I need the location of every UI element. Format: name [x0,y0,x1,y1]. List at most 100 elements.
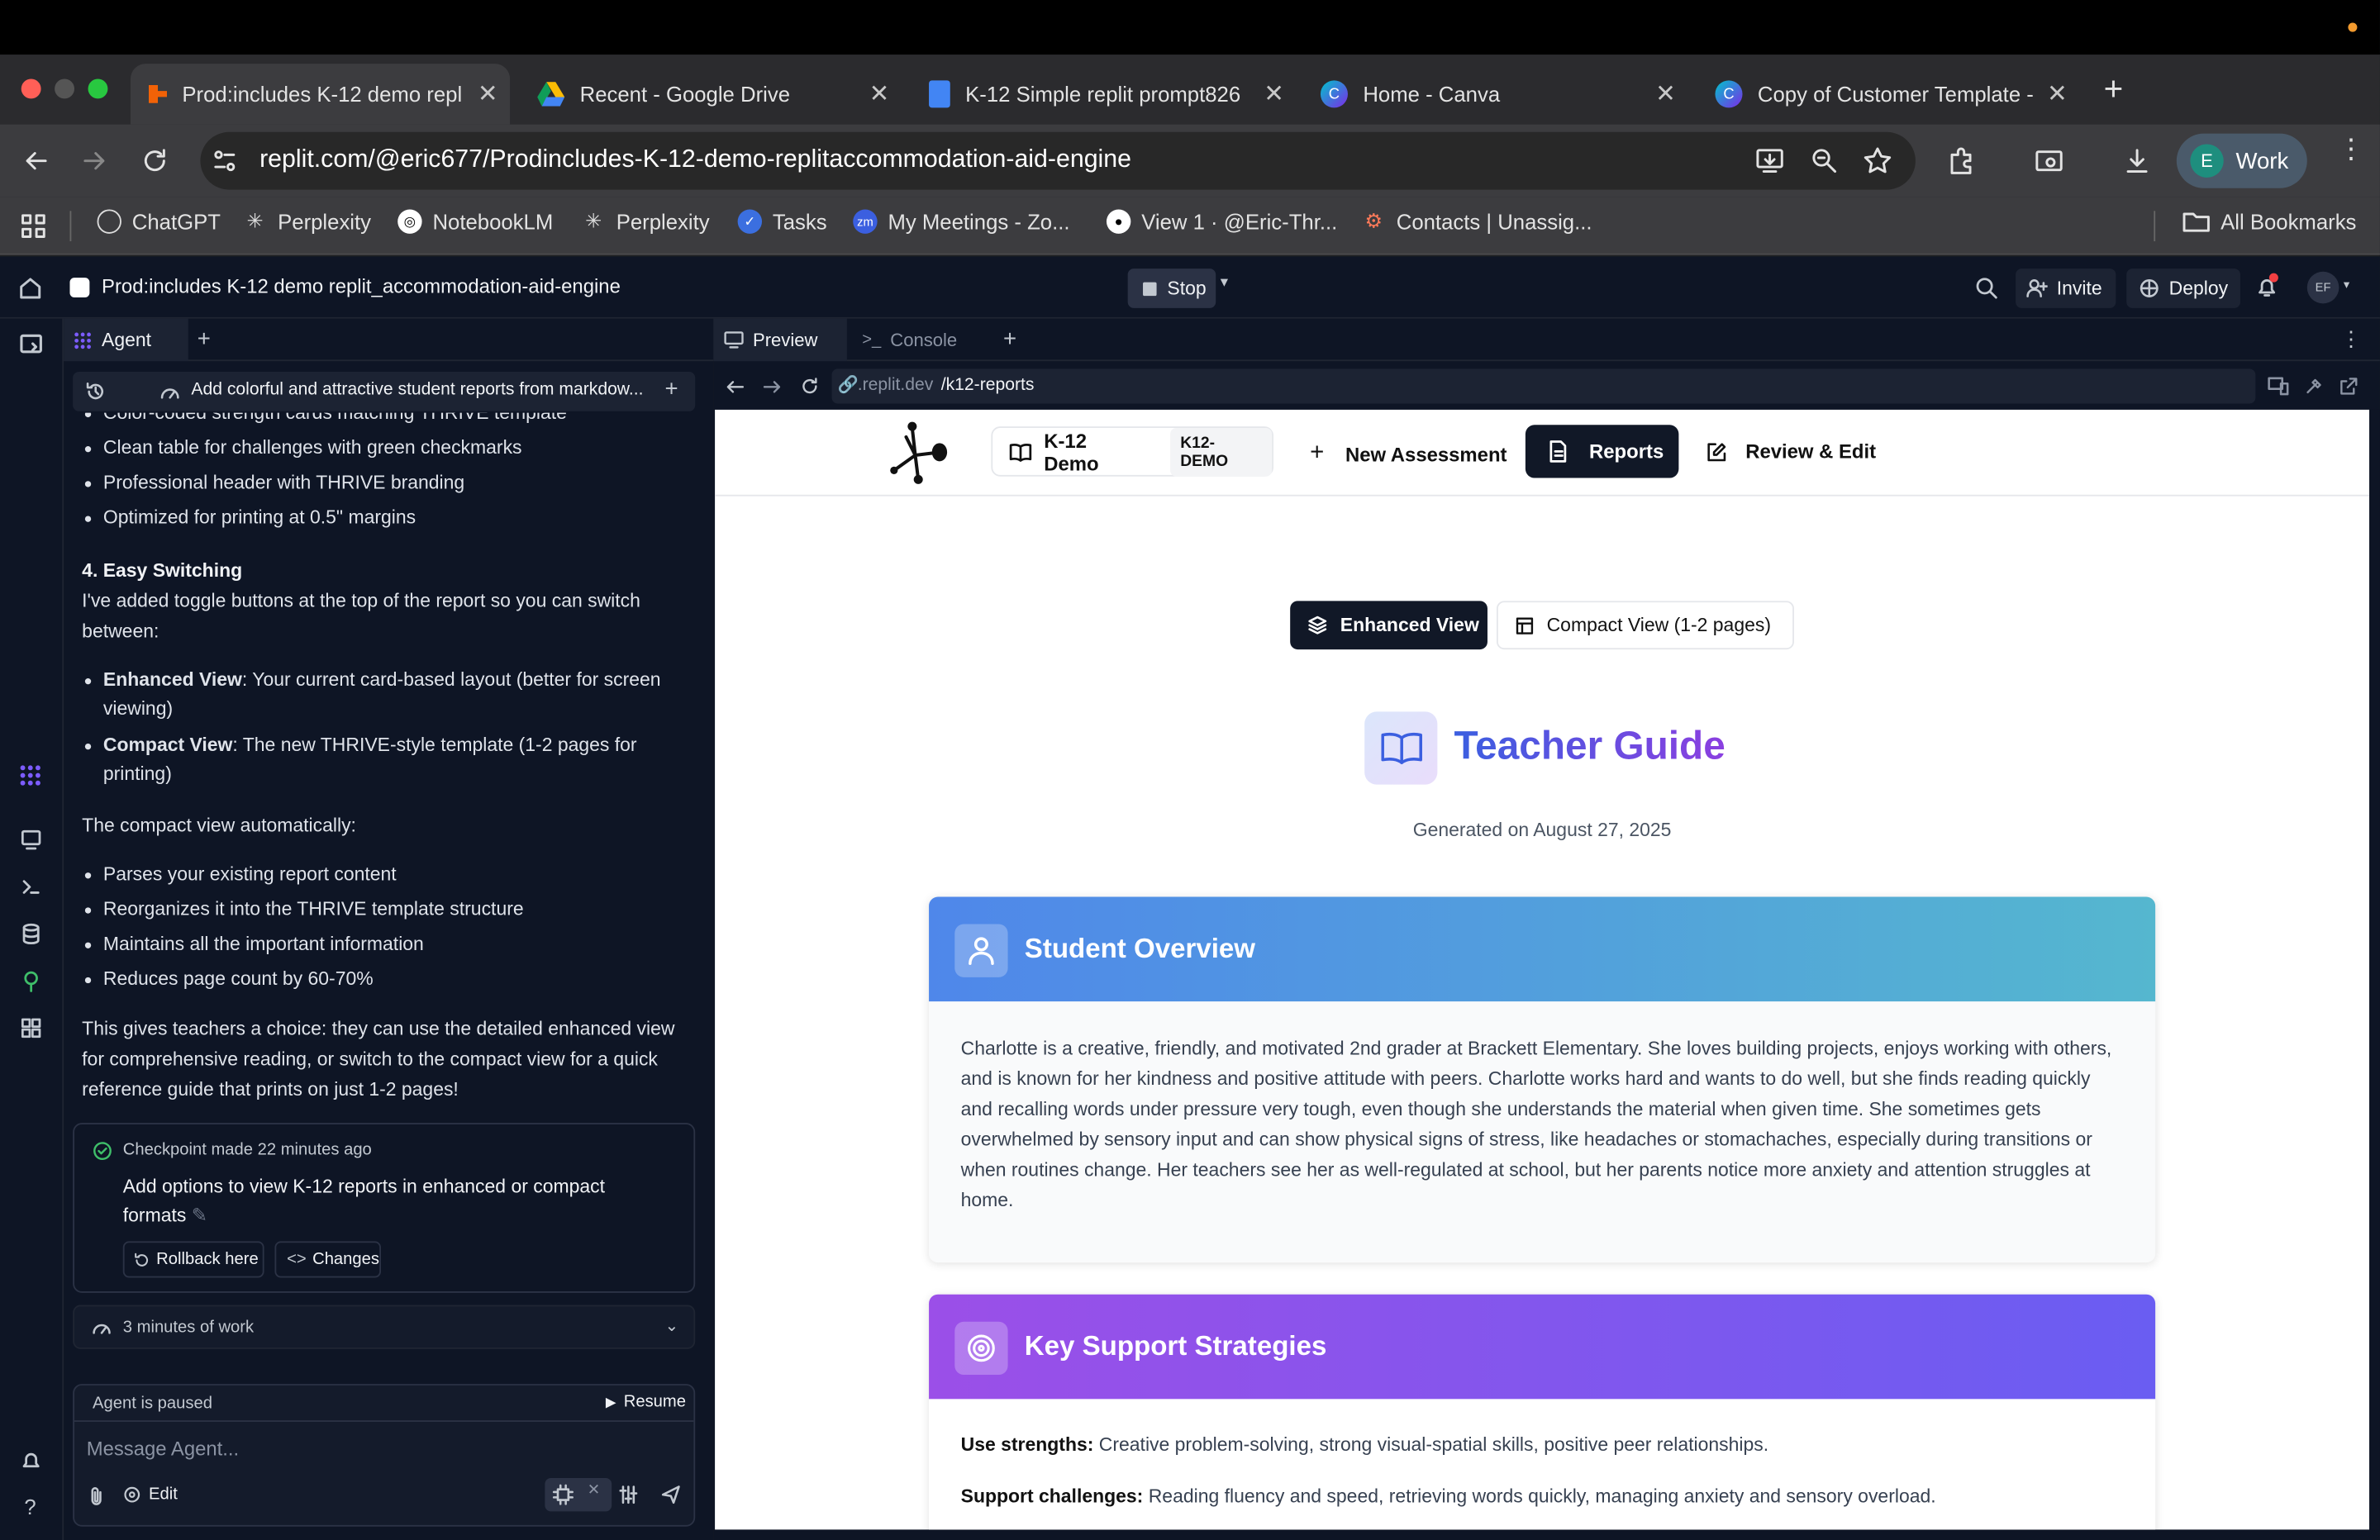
browser-menu-icon[interactable]: ⋮ [2338,135,2365,162]
power-toggle[interactable]: ✕ [545,1477,612,1512]
reload-icon[interactable] [140,145,170,176]
reload-icon[interactable] [800,377,820,397]
card-header: Key Support Strategies [929,1294,2156,1400]
close-tab-icon[interactable]: ✕ [869,79,890,110]
back-icon[interactable] [726,378,745,396]
close-window-icon[interactable] [21,78,41,99]
user-avatar[interactable]: EF [2306,271,2340,304]
new-tab-icon[interactable]: + [2104,69,2124,109]
zoom-icon[interactable] [1809,145,1840,176]
all-tools-icon[interactable] [20,1017,43,1040]
apps-grid-icon[interactable] [20,212,47,240]
secrets-icon[interactable] [20,970,43,993]
tab-console[interactable]: >_ Console [859,319,993,361]
minimize-window-icon[interactable] [55,78,74,99]
browser-tab-canva[interactable]: C Home - Canva ✕ [1308,64,1687,124]
tab-search-icon[interactable] [2034,145,2064,176]
new-assessment-button[interactable]: + New Assessment [1310,440,1507,468]
browser-tab-replit[interactable]: Prod:includes K-12 demo repl ✕ [130,64,511,125]
open-external-icon[interactable] [2339,377,2359,397]
new-tab-icon[interactable]: + [198,326,211,352]
settings-sliders-icon[interactable] [618,1484,640,1505]
tab-agent[interactable]: Agent [64,318,188,362]
tab-preview[interactable]: Preview [713,318,847,362]
message-input[interactable]: Message Agent... [87,1437,678,1460]
search-icon[interactable] [1975,276,1998,299]
resume-button[interactable]: ▶ Resume [606,1393,686,1411]
address-bar[interactable]: replit.com/@eric677/Prodincludes-K-12-de… [200,131,1916,190]
scrollbar[interactable] [2369,409,2380,1530]
reports-button[interactable]: Reports [1525,425,1679,478]
paragraph: I've added toggle buttons at the top of … [82,589,640,642]
chevron-down-icon[interactable]: ▾ [1221,274,1228,291]
extensions-icon[interactable] [1946,145,1977,176]
site-settings-icon[interactable] [209,145,240,176]
close-tab-icon[interactable]: ✕ [478,79,498,110]
maximize-window-icon[interactable] [88,78,108,99]
stop-button[interactable]: Stop [1127,269,1216,308]
project-chip[interactable]: K-12 Demo K12-DEMO [991,426,1273,477]
browser-tab-docs[interactable]: K-12 Simple replit prompt826 ✕ [916,64,1296,124]
tab-label: Preview [753,329,818,351]
close-tab-icon[interactable]: ✕ [1264,79,1284,110]
bookmark-chatgpt[interactable]: ChatGPT [97,209,221,234]
alerts-icon[interactable] [20,1449,43,1472]
card-header: Student Overview [929,896,2156,1002]
send-icon[interactable] [660,1484,682,1505]
preview-url-input[interactable]: 🔗 .replit.dev /k12-reports [831,368,2256,404]
chevron-down-icon[interactable]: ⌄ [664,1315,678,1335]
home-icon[interactable] [18,276,42,300]
all-bookmarks[interactable]: All Bookmarks [2182,209,2356,234]
url-text[interactable]: replit.com/@eric677/Prodincludes-K-12-de… [259,145,1131,174]
logo-icon[interactable] [882,419,951,486]
rollback-button[interactable]: Rollback here [122,1241,264,1278]
help-icon[interactable]: ? [24,1495,36,1519]
term: Enhanced View [102,668,242,690]
chevron-down-icon[interactable]: ▾ [2344,278,2349,292]
files-icon[interactable] [18,330,44,356]
enhanced-view-button[interactable]: Enhanced View [1290,601,1488,650]
history-icon[interactable] [85,381,107,402]
more-icon[interactable]: ⋮ [2340,326,2362,352]
compact-view-button[interactable]: Compact View (1-2 pages) [1496,601,1794,650]
pencil-icon[interactable]: ✎ [192,1205,207,1226]
work-summary[interactable]: 3 minutes of work ⌄ [73,1305,696,1349]
invite-button[interactable]: Invite [2016,269,2116,308]
app-viewport: K-12 Demo K12-DEMO + New Assessment Repo… [715,409,2370,1530]
edit-mode-button[interactable]: Edit [123,1485,178,1504]
close-tab-icon[interactable]: ✕ [1655,79,1676,110]
downloads-icon[interactable] [2122,145,2153,176]
new-tab-icon[interactable]: + [1003,326,1016,352]
browser-tab-drive[interactable]: Recent - Google Drive ✕ [522,64,902,124]
bookmark-hubspot[interactable]: ⚙ Contacts | Unassig... [1362,209,1592,233]
webview-icon[interactable] [20,829,43,852]
project-title[interactable]: Prod:includes K-12 demo replit_accommoda… [102,274,621,297]
attach-icon[interactable] [87,1485,107,1507]
devices-icon[interactable] [2268,377,2289,397]
back-icon[interactable] [21,145,52,176]
bookmark-zoom[interactable]: zm My Meetings - Zo... [853,209,1070,234]
shell-icon[interactable] [20,876,43,899]
close-tab-icon[interactable]: ✕ [2047,79,2068,110]
forward-icon[interactable] [79,145,110,176]
thread-title[interactable]: Add colorful and attractive student repo… [191,381,646,399]
bookmark-perplexity[interactable]: ✳ Perplexity [243,209,371,233]
bookmark-star-icon[interactable] [1863,145,1893,176]
bookmark-tasks[interactable]: ✓ Tasks [737,209,827,234]
forward-icon[interactable] [762,378,782,396]
profile-chip[interactable]: E Work [2176,133,2307,188]
bookmark-notebooklm[interactable]: ◎ NotebookLM [397,209,553,234]
bookmark-perplexity-2[interactable]: ✳ Perplexity [581,209,709,233]
target-icon [124,1486,140,1503]
changes-button[interactable]: <> Changes [274,1241,382,1278]
bookmark-github[interactable]: ● View 1 · @Eric-Thr... [1106,209,1337,234]
review-edit-button[interactable]: Review & Edit [1706,440,1876,463]
deploy-button[interactable]: Deploy [2126,269,2240,308]
agent-icon[interactable] [18,763,42,787]
database-icon[interactable] [20,923,43,946]
devtools-icon[interactable] [2304,377,2324,397]
install-app-icon[interactable] [1754,145,1785,176]
close-icon[interactable]: ✕ [588,1482,600,1499]
browser-tab-canva-copy[interactable]: C Copy of Customer Template - ✕ [1700,64,2079,124]
new-thread-icon[interactable]: + [664,377,678,402]
